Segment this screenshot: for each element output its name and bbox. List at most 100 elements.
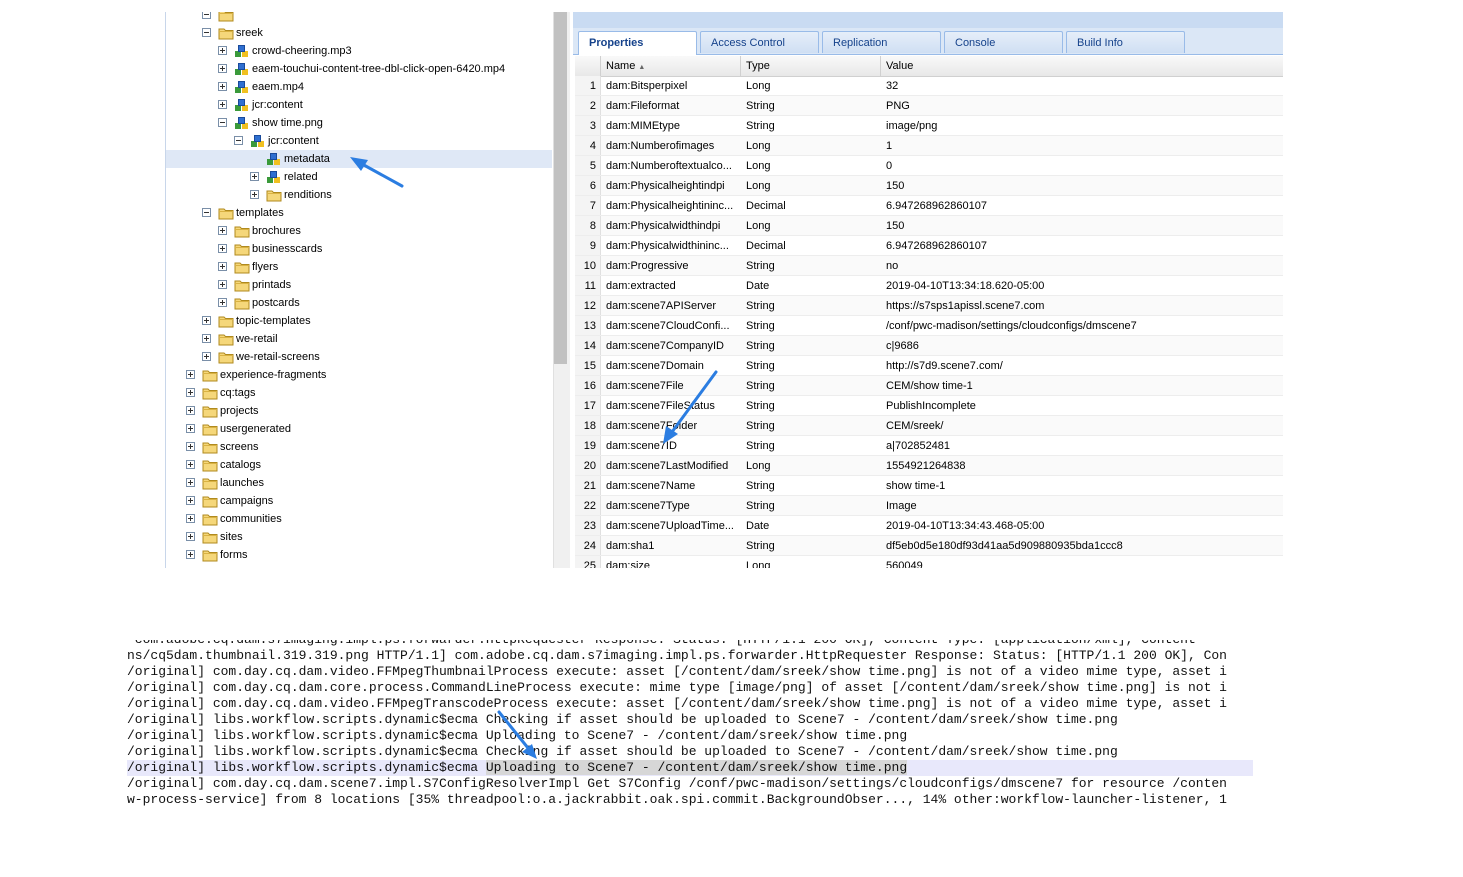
property-row[interactable]: 5 dam:Numberoftextualco... Long 0 [575,156,1283,176]
tree-node[interactable]: postcards [166,294,552,312]
expand-icon[interactable] [186,406,195,415]
property-row[interactable]: 18 dam:scene7Folder String CEM/sreek/ [575,416,1283,436]
expand-icon[interactable] [186,424,195,433]
collapse-icon[interactable] [234,136,243,145]
column-header-value[interactable]: Value [881,56,1283,76]
expand-icon[interactable] [186,514,195,523]
tree-node[interactable]: eaem.mp4 [166,78,552,96]
collapse-icon[interactable] [202,28,211,37]
property-row[interactable]: 14 dam:scene7CompanyID String c|9686 [575,336,1283,356]
tree-node[interactable]: sites [166,528,552,546]
expand-icon[interactable] [218,244,227,253]
tree-node[interactable]: cq:tags [166,384,552,402]
tree-node[interactable] [166,12,552,24]
expand-icon[interactable] [218,298,227,307]
expand-icon[interactable] [186,478,195,487]
tab-console[interactable]: Console [944,31,1063,53]
expand-icon[interactable] [202,316,211,325]
expand-icon[interactable] [186,388,195,397]
tab-replication[interactable]: Replication [822,31,941,53]
property-row[interactable]: 4 dam:Numberofimages Long 1 [575,136,1283,156]
column-header-type[interactable]: Type [741,56,881,76]
tree-node-label: jcr:content [268,135,319,147]
tree-node[interactable]: community [166,564,552,568]
tree-node[interactable]: sreek [166,24,552,42]
property-row[interactable]: 17 dam:scene7FileStatus String PublishIncom… [575,396,1283,416]
expand-icon[interactable] [186,496,195,505]
property-row[interactable]: 20 dam:scene7LastModified Long 155492126483… [575,456,1283,476]
property-row[interactable]: 22 dam:scene7Type String Image [575,496,1283,516]
tree-node[interactable]: forms [166,546,552,564]
tree-node[interactable]: we-retail-screens [166,348,552,366]
tree-node[interactable]: campaigns [166,492,552,510]
tab-properties[interactable]: Properties [578,31,697,55]
tree-node[interactable]: jcr:content [166,96,552,114]
property-row[interactable]: 24 dam:sha1 String df5eb0d5e180df93d41aa5d9… [575,536,1283,556]
expand-icon[interactable] [218,46,227,55]
tree-node[interactable]: screens [166,438,552,456]
property-row[interactable]: 15 dam:scene7Domain String http://s7d9.scen… [575,356,1283,376]
tree-node[interactable]: flyers [166,258,552,276]
expand-icon[interactable] [218,82,227,91]
expand-icon[interactable] [186,550,195,559]
property-row[interactable]: 9 dam:Physicalwidthininc... Decimal 6.94726… [575,236,1283,256]
expand-icon[interactable] [186,370,195,379]
tree-node[interactable]: metadata [166,150,552,168]
property-row[interactable]: 8 dam:Physicalwidthindpi Long 150 [575,216,1283,236]
tree-node[interactable]: communities [166,510,552,528]
expand-icon[interactable] [202,334,211,343]
tree-node[interactable]: templates [166,204,552,222]
tree-node[interactable]: related [166,168,552,186]
property-row[interactable]: 3 dam:MIMEtype String image/png [575,116,1283,136]
tree-node[interactable]: usergenerated [166,420,552,438]
tree-node[interactable]: brochures [166,222,552,240]
tree-node[interactable]: launches [166,474,552,492]
collapse-icon[interactable] [202,12,211,19]
property-row[interactable]: 16 dam:scene7File String CEM/show time-1 [575,376,1283,396]
collapse-icon[interactable] [202,208,211,217]
collapse-icon[interactable] [218,118,227,127]
expand-icon[interactable] [218,262,227,271]
expand-icon[interactable] [218,280,227,289]
log-line: /original] com.day.cq.dam.scene7.impl.S7… [127,776,1227,791]
property-row[interactable]: 2 dam:Fileformat String PNG [575,96,1283,116]
tree-node[interactable]: experience-fragments [166,366,552,384]
property-row[interactable]: 6 dam:Physicalheightindpi Long 150 [575,176,1283,196]
property-row[interactable]: 10 dam:Progressive String no [575,256,1283,276]
property-row[interactable]: 1 dam:Bitsperpixel Long 32 [575,76,1283,96]
column-header-name[interactable]: Name ▲ [601,56,741,76]
expand-icon[interactable] [186,460,195,469]
expand-icon[interactable] [218,226,227,235]
tab-access-control[interactable]: Access Control [700,31,819,53]
tree-node[interactable]: eaem-touchui-content-tree-dbl-click-open… [166,60,552,78]
property-row[interactable]: 25 dam:size Long 560049 [575,556,1283,568]
tree-node[interactable]: businesscards [166,240,552,258]
property-row[interactable]: 11 dam:extracted Date 2019-04-10T13:34:18.6… [575,276,1283,296]
tree-node[interactable]: show time.png [166,114,552,132]
tree-node[interactable]: crowd-cheering.mp3 [166,42,552,60]
tab-build-info[interactable]: Build Info [1066,31,1185,53]
property-row[interactable]: 19 dam:scene7ID String a|702852481 [575,436,1283,456]
property-row[interactable]: 12 dam:scene7APIServer String https://s7sps… [575,296,1283,316]
expand-icon[interactable] [218,100,227,109]
property-row[interactable]: 21 dam:scene7Name String show time-1 [575,476,1283,496]
tree-node[interactable]: printads [166,276,552,294]
tree-node[interactable]: we-retail [166,330,552,348]
row-number: 6 [575,176,601,195]
expand-icon[interactable] [186,442,195,451]
tree-scrollbar-thumb[interactable] [554,12,567,364]
property-value: 6.947268962860107 [886,200,987,212]
expand-icon[interactable] [186,532,195,541]
tree-node[interactable]: renditions [166,186,552,204]
expand-icon[interactable] [218,64,227,73]
tree-node[interactable]: topic-templates [166,312,552,330]
expand-icon[interactable] [250,190,259,199]
property-row[interactable]: 7 dam:Physicalheightininc... Decimal 6.9472… [575,196,1283,216]
expand-icon[interactable] [250,172,259,181]
expand-icon[interactable] [202,352,211,361]
property-row[interactable]: 23 dam:scene7UploadTime... Date 2019-04-10T… [575,516,1283,536]
tree-node[interactable]: projects [166,402,552,420]
property-row[interactable]: 13 dam:scene7CloudConfi... String/conf/pwc… [575,316,1283,336]
tree-node[interactable]: jcr:content [166,132,552,150]
tree-node[interactable]: catalogs [166,456,552,474]
